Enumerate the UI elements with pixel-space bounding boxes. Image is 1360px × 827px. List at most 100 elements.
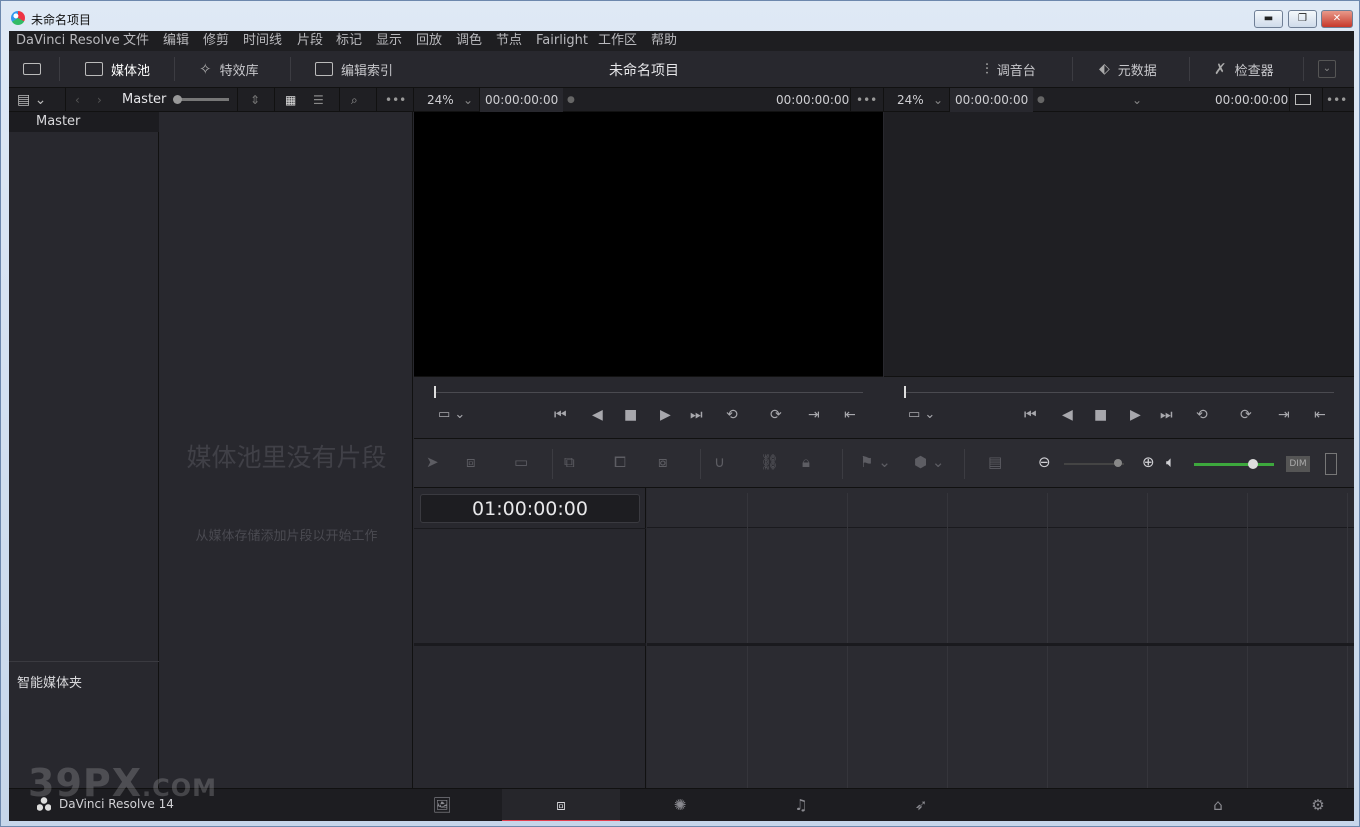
source-options-button[interactable]: •••: [856, 88, 877, 112]
tl-stop-icon[interactable]: ■: [1094, 407, 1107, 423]
selection-tool-icon[interactable]: ➤: [426, 453, 439, 471]
tl-match-frame-icon[interactable]: ⟳: [1240, 407, 1252, 423]
grid-view-icon[interactable]: ▦: [285, 88, 296, 112]
replace-clip-icon[interactable]: ⧇: [658, 453, 668, 471]
master-bin[interactable]: Master: [9, 112, 159, 132]
inspector-button[interactable]: ✗ 检查器: [1214, 51, 1274, 87]
position-lock-icon[interactable]: 🔒︎: [802, 453, 810, 471]
audio-meter-toggle[interactable]: [1325, 453, 1337, 475]
menu-color[interactable]: 调色: [456, 31, 482, 51]
close-button[interactable]: ✕: [1321, 10, 1353, 28]
home-icon[interactable]: ⌂: [1193, 789, 1243, 821]
menu-mark[interactable]: 标记: [336, 31, 362, 51]
jump-start-icon[interactable]: ⏮: [554, 407, 567, 423]
search-icon[interactable]: ⌕: [351, 88, 358, 112]
insert-clip-icon[interactable]: ⧉: [564, 453, 575, 471]
tl-loop-icon[interactable]: ⟲: [1196, 407, 1208, 423]
menu-timeline[interactable]: 时间线: [243, 31, 282, 51]
timeline-zoom-chevron-icon[interactable]: ⌄: [933, 88, 943, 112]
menu-edit[interactable]: 编辑: [163, 31, 189, 51]
list-view-icon[interactable]: ☰: [313, 88, 324, 112]
link-icon[interactable]: ⛓: [760, 453, 779, 471]
metadata-button[interactable]: ⬖ 元数据: [1099, 51, 1157, 87]
viewer-format-icon[interactable]: ▭ ⌄: [908, 407, 935, 422]
overwrite-clip-icon[interactable]: ⧠: [614, 453, 626, 471]
source-zoom-chevron-icon[interactable]: ⌄: [463, 88, 473, 112]
maximize-button[interactable]: ❐: [1288, 10, 1317, 28]
viewer-mode-icon[interactable]: [1295, 94, 1311, 105]
timeline-timecode[interactable]: 01:00:00:00: [420, 494, 640, 523]
tl-play-icon[interactable]: ▶: [1130, 407, 1141, 423]
zoom-slider-handle[interactable]: [1114, 459, 1122, 467]
edit-page-tab[interactable]: ⧈: [502, 789, 620, 821]
sort-icon[interactable]: ⇕: [250, 88, 260, 112]
settings-gear-icon[interactable]: ⚙: [1293, 789, 1343, 821]
zoom-out-icon[interactable]: ⊖: [1038, 453, 1051, 471]
menu-clip[interactable]: 片段: [297, 31, 323, 51]
zoom-in-icon[interactable]: ⊕: [1142, 453, 1155, 471]
effects-library-button[interactable]: ✧ 特效库: [199, 51, 259, 87]
loop-icon[interactable]: ⟲: [726, 407, 738, 423]
timeline-view-options-icon[interactable]: ▤: [988, 453, 1002, 471]
timeline-options-button[interactable]: •••: [1326, 88, 1347, 112]
mark-out-icon[interactable]: ⇤: [844, 407, 856, 423]
tl-mark-in-icon[interactable]: ⇥: [1278, 407, 1290, 423]
menu-nodes[interactable]: 节点: [496, 31, 522, 51]
minimize-button[interactable]: ▬: [1254, 10, 1283, 28]
nav-forward-icon[interactable]: ›: [97, 88, 102, 112]
volume-slider[interactable]: [1194, 463, 1274, 466]
snapping-icon[interactable]: ∪: [714, 453, 725, 471]
menu-fairlight[interactable]: Fairlight: [536, 31, 588, 51]
edit-index-button[interactable]: 编辑索引: [315, 51, 393, 87]
thumbnail-size-slider[interactable]: [176, 98, 229, 101]
timeline-select-chevron-icon[interactable]: ⌄: [1132, 88, 1142, 112]
dim-button[interactable]: DIM: [1286, 456, 1310, 472]
smart-bins-label[interactable]: 智能媒体夹: [17, 672, 82, 691]
timeline-zoom[interactable]: 24%: [897, 88, 924, 112]
tl-mark-out-icon[interactable]: ⇤: [1314, 407, 1326, 423]
source-zoom[interactable]: 24%: [427, 88, 454, 112]
tl-play-reverse-icon[interactable]: ◀: [1062, 407, 1073, 423]
play-reverse-icon[interactable]: ◀: [592, 407, 603, 423]
menu-davinci[interactable]: DaVinci Resolve: [16, 31, 120, 51]
menu-help[interactable]: 帮助: [651, 31, 677, 51]
color-page-tab[interactable]: ✺: [621, 789, 739, 821]
tl-jump-start-icon[interactable]: ⏮: [1024, 407, 1037, 423]
expand-toolbar-button[interactable]: ⌄: [1318, 51, 1336, 87]
timeline-viewer[interactable]: [884, 112, 1354, 376]
marker-icon[interactable]: ⬢ ⌄: [914, 453, 944, 471]
media-page-tab[interactable]: 🖼︎: [383, 789, 501, 821]
deliver-page-tab[interactable]: ➶: [862, 789, 980, 821]
source-playhead[interactable]: [434, 386, 436, 398]
fairlight-page-tab[interactable]: ♫: [742, 789, 860, 821]
menu-view[interactable]: 显示: [376, 31, 402, 51]
timeline-scrubber[interactable]: [904, 392, 1334, 393]
trim-tool-icon[interactable]: ⧈: [466, 453, 476, 471]
pool-options-button[interactable]: •••: [385, 88, 406, 112]
menu-playback[interactable]: 回放: [416, 31, 442, 51]
menu-trim[interactable]: 修剪: [203, 31, 229, 51]
source-scrubber[interactable]: [434, 392, 863, 393]
volume-slider-handle[interactable]: [1248, 459, 1258, 469]
nav-back-icon[interactable]: ‹: [75, 88, 80, 112]
volume-icon[interactable]: 🔈︎: [1166, 453, 1175, 471]
clip-type-icon[interactable]: ▭ ⌄: [438, 407, 465, 422]
jump-end-icon[interactable]: ⏭: [690, 407, 703, 423]
mark-in-icon[interactable]: ⇥: [808, 407, 820, 423]
blade-tool-icon[interactable]: ▭: [514, 453, 528, 471]
media-pool-button[interactable]: 媒体池: [85, 51, 150, 87]
bin-list-toggle-icon[interactable]: ▤ ⌄: [17, 88, 46, 112]
flag-icon[interactable]: ⚑ ⌄: [860, 453, 891, 471]
play-icon[interactable]: ▶: [660, 407, 671, 423]
toggle-layout-button[interactable]: [23, 51, 41, 87]
match-frame-icon[interactable]: ⟳: [770, 407, 782, 423]
tl-jump-end-icon[interactable]: ⏭: [1160, 407, 1173, 423]
thumbnail-slider-handle[interactable]: [173, 95, 182, 104]
source-viewer[interactable]: [414, 112, 883, 376]
timeline-tracks[interactable]: [647, 488, 1354, 788]
video-audio-divider[interactable]: [647, 643, 1354, 646]
mixer-button[interactable]: ⫶ 调音台: [985, 51, 1036, 87]
stop-icon[interactable]: ■: [624, 407, 637, 423]
timeline-playhead[interactable]: [904, 386, 906, 398]
menu-file[interactable]: 文件: [123, 31, 149, 51]
